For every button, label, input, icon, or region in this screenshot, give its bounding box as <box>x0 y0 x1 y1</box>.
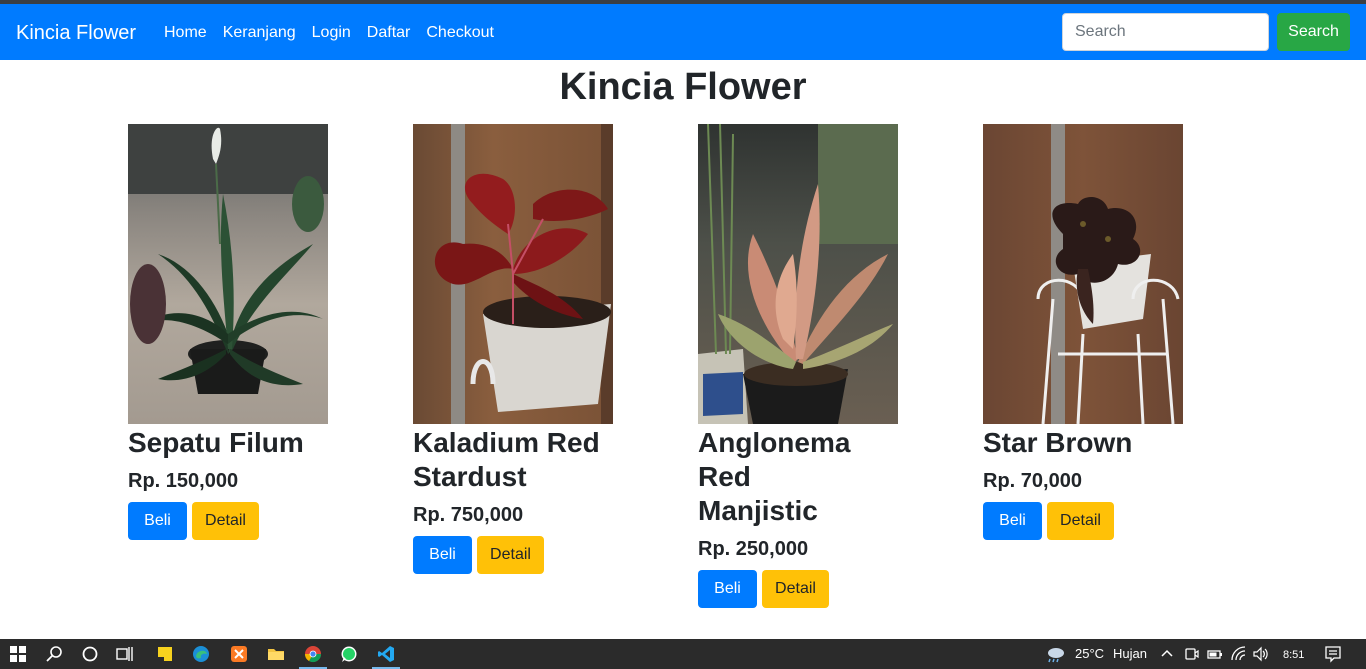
navbar: Kincia Flower Home Keranjang Login Dafta… <box>0 4 1366 60</box>
windows-start-icon[interactable] <box>9 645 27 663</box>
weather-condition: Hujan <box>1113 646 1147 661</box>
nav-link-keranjang[interactable]: Keranjang <box>223 22 296 44</box>
wifi-icon[interactable] <box>1230 645 1248 663</box>
sticky-notes-icon[interactable] <box>156 645 174 663</box>
cortana-icon[interactable] <box>81 645 99 663</box>
nav-link-login[interactable]: Login <box>312 22 351 44</box>
product-image[interactable] <box>698 124 898 424</box>
product-image[interactable] <box>128 124 328 424</box>
buy-button[interactable]: Beli <box>128 502 187 540</box>
product-price: Rp. 750,000 <box>413 504 524 526</box>
whatsapp-icon[interactable] <box>340 645 358 663</box>
detail-button[interactable]: Detail <box>1047 502 1114 540</box>
product-card: Kaladium Red Stardust Rp. 750,000 Beli De… <box>413 124 613 574</box>
buy-button[interactable]: Beli <box>413 536 472 574</box>
product-price: Rp. 150,000 <box>128 470 239 492</box>
nav-links: Home Keranjang Login Daftar Checkout <box>164 22 510 44</box>
detail-button[interactable]: Detail <box>477 536 544 574</box>
clock-time[interactable]: 8:51 <box>1283 647 1304 663</box>
product-card: Star Brown Rp. 70,000 Beli Detail <box>983 124 1183 540</box>
xampp-icon[interactable] <box>230 645 248 663</box>
search-button[interactable]: Search <box>1277 13 1350 51</box>
nav-link-checkout[interactable]: Checkout <box>426 22 494 44</box>
notification-center-icon[interactable] <box>1324 645 1342 663</box>
nav-link-home[interactable]: Home <box>164 22 207 44</box>
task-view-icon[interactable] <box>116 645 134 663</box>
file-explorer-icon[interactable] <box>267 645 285 663</box>
weather-temperature: 25°C <box>1075 646 1105 661</box>
chrome-icon[interactable] <box>304 645 322 663</box>
edge-icon[interactable] <box>192 645 210 663</box>
brand-logo[interactable]: Kincia Flower <box>16 20 136 46</box>
product-price: Rp. 250,000 <box>698 538 809 560</box>
detail-button[interactable]: Detail <box>762 570 829 608</box>
product-card: Anglonema Red Manjistic Rp. 250,000 Beli … <box>698 124 898 608</box>
product-card: Sepatu Filum Rp. 150,000 Beli Detail <box>128 124 328 540</box>
detail-button[interactable]: Detail <box>192 502 259 540</box>
product-name: Kaladium Red Stardust <box>413 427 600 492</box>
search-icon[interactable] <box>46 645 64 663</box>
page-title: Kincia Flower <box>559 66 807 108</box>
product-name: Star Brown <box>983 427 1133 458</box>
product-image[interactable] <box>413 124 613 424</box>
weather-rain-icon[interactable] <box>1044 645 1066 663</box>
buy-button[interactable]: Beli <box>698 570 757 608</box>
meet-now-icon[interactable] <box>1182 645 1200 663</box>
product-name: Anglonema Red Manjistic <box>698 427 851 526</box>
product-image[interactable] <box>983 124 1183 424</box>
volume-icon[interactable] <box>1252 645 1270 663</box>
product-price: Rp. 70,000 <box>983 470 1082 492</box>
vscode-icon[interactable] <box>377 645 395 663</box>
buy-button[interactable]: Beli <box>983 502 1042 540</box>
product-name: Sepatu Filum <box>128 427 304 458</box>
taskbar: 25°C Hujan 8:51 <box>0 639 1366 669</box>
search-input[interactable] <box>1062 13 1269 51</box>
nav-link-daftar[interactable]: Daftar <box>367 22 411 44</box>
battery-icon[interactable] <box>1206 645 1224 663</box>
chevron-up-icon[interactable] <box>1158 645 1176 663</box>
